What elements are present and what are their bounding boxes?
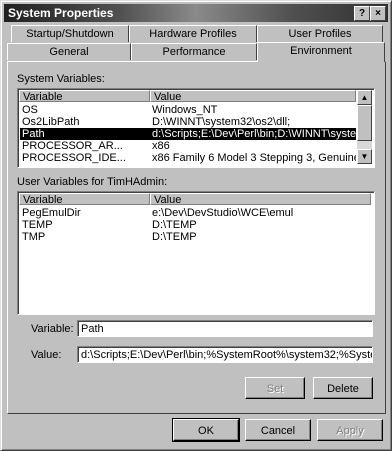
system-col-variable-header[interactable]: Variable — [19, 90, 150, 103]
value-cell: d:\Scripts;E:\Dev\Perl\bin;D:\WINNT\syst… — [152, 128, 356, 140]
user-variables-label: User Variables for TimHAdmin: — [17, 176, 168, 188]
system-list-scrollbar[interactable]: ▲ ▼ — [357, 90, 372, 164]
help-button[interactable]: ? — [354, 6, 370, 21]
variable-cell: PROCESSOR_AR... — [22, 140, 123, 152]
system-variables-label: System Variables: — [17, 73, 105, 85]
variable-cell: Os2LibPath — [22, 116, 80, 128]
scroll-up-icon[interactable]: ▲ — [357, 90, 372, 105]
title-bar[interactable]: System Properties ? × — [4, 4, 388, 22]
tab-environment[interactable]: Environment — [257, 42, 385, 62]
value-cell: D:\WINNT\system32\os2\dll; — [152, 116, 291, 128]
value-cell: Windows_NT — [152, 104, 218, 116]
value-field-label: Value: — [31, 349, 62, 361]
tab-performance[interactable]: Performance — [131, 43, 257, 60]
variable-input[interactable]: Path — [77, 320, 373, 337]
list-item[interactable]: TMP D:\TEMP — [20, 231, 370, 243]
delete-button[interactable]: Delete — [313, 377, 373, 399]
variable-cell: TMP — [22, 231, 46, 243]
list-item[interactable]: PegEmulDir e:\Dev\DevStudio\WCE\emul — [20, 207, 370, 219]
variable-cell: PegEmulDir — [22, 207, 81, 219]
set-button[interactable]: Set — [245, 377, 305, 399]
cancel-button[interactable]: Cancel — [245, 419, 311, 441]
variable-cell: TEMP — [22, 219, 53, 231]
scroll-thumb[interactable] — [357, 105, 372, 141]
list-item[interactable]: OS Windows_NT — [20, 104, 356, 116]
list-item-selected[interactable]: Path d:\Scripts;E:\Dev\Perl\bin;D:\WINNT… — [20, 128, 356, 140]
system-col-value-header[interactable]: Value — [150, 90, 356, 103]
scroll-down-icon[interactable]: ▼ — [357, 149, 372, 164]
system-properties-window: System Properties ? × Startup/Shutdown H… — [0, 0, 392, 451]
tab-startup-shutdown[interactable]: Startup/Shutdown — [11, 25, 129, 42]
variable-cell: PROCESSOR_IDE... — [22, 152, 126, 164]
value-input[interactable]: d:\Scripts;E:\Dev\Perl\bin;%SystemRoot%\… — [77, 346, 373, 363]
value-cell: x86 — [152, 140, 170, 152]
value-cell: D:\TEMP — [152, 219, 197, 231]
apply-button[interactable]: Apply — [317, 419, 383, 441]
user-col-variable-header[interactable]: Variable — [19, 193, 150, 206]
tab-hardware-profiles[interactable]: Hardware Profiles — [129, 25, 257, 42]
variable-cell: OS — [22, 104, 38, 116]
value-cell: e:\Dev\DevStudio\WCE\emul — [152, 207, 294, 219]
tab-user-profiles[interactable]: User Profiles — [257, 25, 383, 42]
user-col-value-header[interactable]: Value — [150, 193, 371, 206]
variable-field-label: Variable: — [31, 323, 74, 335]
value-cell: D:\TEMP — [152, 231, 197, 243]
window-title: System Properties — [8, 6, 114, 20]
user-variables-list[interactable]: Variable Value PegEmulDir e:\Dev\DevStud… — [17, 191, 375, 315]
value-cell: x86 Family 6 Model 3 Stepping 3, Genuine… — [152, 152, 356, 164]
system-variables-list[interactable]: Variable Value OS Windows_NT Os2LibPath … — [17, 88, 375, 168]
tab-general[interactable]: General — [7, 43, 131, 60]
list-item[interactable]: TEMP D:\TEMP — [20, 219, 370, 231]
ok-button[interactable]: OK — [172, 418, 240, 442]
list-item[interactable]: PROCESSOR_AR... x86 — [20, 140, 356, 152]
list-item[interactable]: Os2LibPath D:\WINNT\system32\os2\dll; — [20, 116, 356, 128]
variable-cell: Path — [22, 128, 45, 140]
close-button[interactable]: × — [370, 6, 386, 21]
list-item[interactable]: PROCESSOR_IDE... x86 Family 6 Model 3 St… — [20, 152, 356, 164]
